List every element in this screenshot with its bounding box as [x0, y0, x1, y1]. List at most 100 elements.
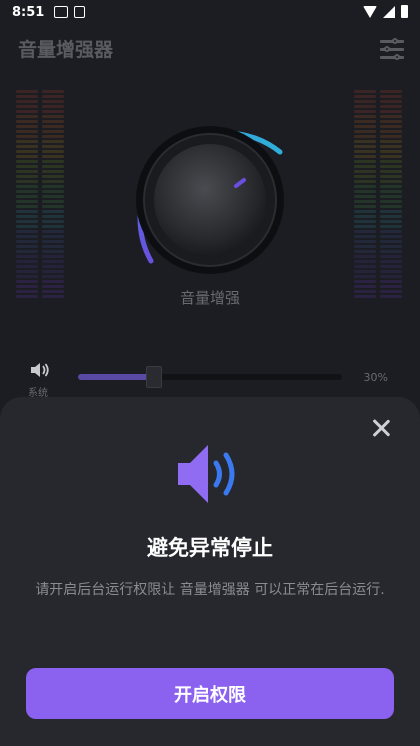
meter-segment	[354, 170, 376, 173]
meter-segment	[354, 160, 376, 163]
meter-segment	[16, 195, 38, 198]
meter-segment	[380, 235, 402, 238]
meter-segment	[354, 90, 376, 93]
meter-segment	[42, 155, 64, 158]
meter-segment	[354, 130, 376, 133]
meter-segment	[16, 260, 38, 263]
app-title: 音量增强器	[18, 38, 114, 61]
status-bar: 8:51	[0, 0, 420, 24]
meter-segment	[42, 170, 64, 173]
meter-segment	[354, 100, 376, 103]
meter-segment	[16, 190, 38, 193]
meter-segment	[16, 145, 38, 148]
meter-segment	[354, 270, 376, 273]
meter-segment	[16, 230, 38, 233]
meter-segment	[16, 255, 38, 258]
meter-segment	[380, 240, 402, 243]
sliders-icon[interactable]	[380, 38, 404, 60]
meter-segment	[42, 220, 64, 223]
meter-segment	[16, 215, 38, 218]
status-right	[363, 5, 408, 18]
meter-segment	[354, 125, 376, 128]
meter-segment	[16, 175, 38, 178]
meter-segment	[16, 235, 38, 238]
meter-segment	[354, 120, 376, 123]
meter-segment	[380, 255, 402, 258]
meter-segment	[354, 155, 376, 158]
meter-segment	[42, 145, 64, 148]
meter-segment	[354, 140, 376, 143]
meter-segment	[380, 135, 402, 138]
meter-segment	[380, 140, 402, 143]
meter-segment	[380, 115, 402, 118]
status-time: 8:51	[12, 4, 45, 20]
meter-segment	[354, 115, 376, 118]
speaker-icon	[31, 363, 49, 377]
meter-segment	[380, 155, 402, 158]
meter-column	[42, 90, 64, 300]
meter-segment	[380, 125, 402, 128]
meter-segment	[16, 165, 38, 168]
close-icon[interactable]	[370, 417, 392, 439]
meter-column	[16, 90, 38, 300]
meter-segment	[380, 110, 402, 113]
meter-segment	[42, 230, 64, 233]
meter-segment	[42, 225, 64, 228]
slider-fill	[78, 374, 155, 380]
system-volume-slider[interactable]	[78, 366, 342, 388]
meter-segment	[16, 200, 38, 203]
meter-segment	[42, 255, 64, 258]
meter-segment	[16, 100, 38, 103]
meter-segment	[380, 215, 402, 218]
meter-segment	[354, 185, 376, 188]
meter-segment	[354, 165, 376, 168]
meter-segment	[380, 245, 402, 248]
meter-segment	[380, 200, 402, 203]
meter-segment	[16, 125, 38, 128]
slider-thumb[interactable]	[146, 366, 163, 388]
meter-segment	[16, 240, 38, 243]
meter-segment	[354, 95, 376, 98]
meter-segment	[354, 280, 376, 283]
meter-segment	[42, 240, 64, 243]
meter-segment	[380, 150, 402, 153]
meter-segment	[42, 265, 64, 268]
meter-segment	[354, 210, 376, 213]
meter-segment	[42, 185, 64, 188]
meter-segment	[354, 105, 376, 108]
meter-segment	[16, 170, 38, 173]
meter-segment	[42, 135, 64, 138]
meter-segment	[16, 105, 38, 108]
meter-segment	[16, 130, 38, 133]
enable-permission-button[interactable]: 开启权限	[26, 668, 394, 719]
meter-segment	[42, 150, 64, 153]
meter-segment	[380, 95, 402, 98]
meter-segment	[42, 125, 64, 128]
meter-segment	[380, 230, 402, 233]
meter-segment	[354, 200, 376, 203]
meter-segment	[42, 215, 64, 218]
meter-segment	[42, 210, 64, 213]
meter-segment	[16, 245, 38, 248]
meter-segment	[354, 180, 376, 183]
meter-segment	[380, 100, 402, 103]
boost-dial[interactable]	[118, 108, 302, 292]
meter-segment	[354, 240, 376, 243]
meter-segment	[380, 265, 402, 268]
meter-segment	[42, 105, 64, 108]
meter-segment	[16, 155, 38, 158]
meter-segment	[42, 130, 64, 133]
meter-segment	[354, 110, 376, 113]
system-volume-row: 系统 30%	[0, 358, 420, 399]
meter-segment	[380, 145, 402, 148]
meter-segment	[16, 270, 38, 273]
meter-segment	[354, 215, 376, 218]
meter-segment	[380, 220, 402, 223]
meter-segment	[380, 190, 402, 193]
dialog-title: 避免异常停止	[147, 536, 273, 560]
meter-segment	[354, 225, 376, 228]
meter-segment	[380, 205, 402, 208]
meter-segment	[42, 250, 64, 253]
meter-segment	[380, 195, 402, 198]
meter-segment	[42, 245, 64, 248]
